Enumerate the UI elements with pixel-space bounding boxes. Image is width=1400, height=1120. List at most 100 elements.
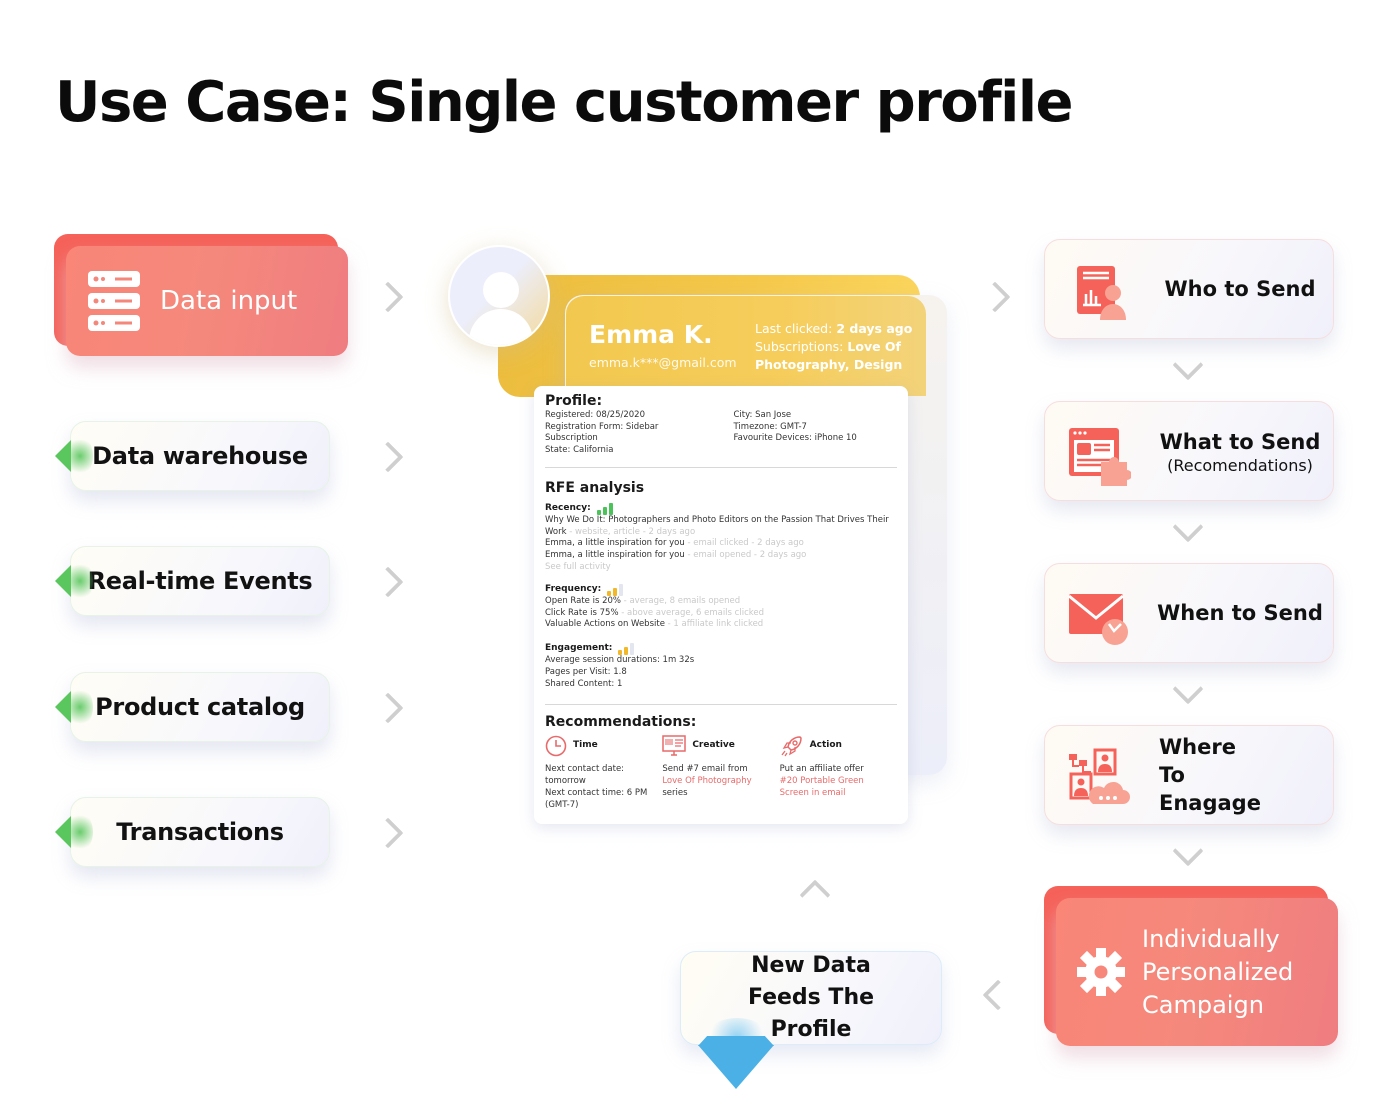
avatar-body [469, 309, 533, 345]
chevron-up-icon [799, 879, 831, 911]
chevron-right-icon [979, 281, 1011, 313]
recommendation-creative: Creative Send #7 email from Love Of Phot… [662, 734, 779, 811]
step-where-to-engage[interactable]: Where To Enagage [1044, 725, 1334, 825]
clock-icon [545, 736, 567, 757]
profile-section-title: Profile: [545, 393, 603, 409]
customer-meta: Last clicked: 2 days ago Subscriptions: … [755, 320, 915, 374]
green-glow [67, 436, 93, 476]
chevron-down-icon [1172, 673, 1204, 705]
source-label: Real-time Events [87, 567, 313, 595]
green-glow [67, 812, 93, 852]
last-clicked-value: 2 days ago [836, 321, 913, 336]
recommendation-line: (GMT-7) [545, 799, 579, 810]
step-title: Where To Enagage [1159, 735, 1261, 815]
frequency-line: Click Rate is 75% - above average, 6 ema… [545, 607, 764, 618]
chevron-down-icon [1172, 349, 1204, 381]
page-title: Use Case: Single customer profile [55, 70, 1074, 135]
detail-line: Registration Form: Sidebar Subscription [545, 421, 659, 444]
step-title: What to Send [1159, 429, 1321, 454]
source-data-warehouse[interactable]: Data warehouse [55, 421, 330, 491]
chevron-right-icon [372, 692, 404, 724]
step-when-to-send[interactable]: When to Send [1044, 563, 1334, 663]
recommendation-link[interactable]: #20 Portable Green [780, 776, 897, 788]
recency-label: Recency: [545, 502, 591, 513]
engagement-line: Shared Content: 1 [545, 678, 623, 689]
green-glow [67, 561, 93, 601]
source-label: Data warehouse [92, 442, 308, 470]
recommendation-line: series [662, 787, 688, 798]
recommendation-line: Next contact date: tomorrow [545, 764, 625, 787]
chevron-left-icon [982, 979, 1014, 1011]
diamond-icon [698, 1045, 774, 1089]
content-puzzle-icon [1069, 428, 1131, 486]
recommendation-title: Action [809, 740, 842, 751]
recommendation-line: Put an affiliate offer [779, 764, 864, 775]
recommendation-time: Time Next contact date: tomorrow Next co… [545, 734, 662, 811]
frequency-label: Frequency: [545, 583, 602, 594]
frequency-line: Open Rate is 20% - average, 8 emails ope… [545, 595, 741, 606]
last-clicked-label: Last clicked: [755, 321, 833, 336]
frequency-line: Valuable Actions on Website - 1 affiliat… [545, 619, 764, 630]
step-title: When to Send [1157, 601, 1323, 625]
source-product-catalog[interactable]: Product catalog [55, 672, 330, 742]
recommendations: Time Next contact date: tomorrow Next co… [545, 734, 897, 811]
see-full-activity-link[interactable]: See full activity [545, 562, 897, 574]
recommendation-action: Action Put an affiliate offer #20 Portab… [780, 734, 897, 811]
recommendations-title: Recommendations: [545, 713, 697, 730]
engagement-label: Engagement: [545, 643, 613, 654]
green-glow [67, 687, 93, 727]
divider [545, 703, 897, 705]
detail-line: Registered: 08/25/2020 [545, 409, 645, 420]
campaign-label: Individually Personalized Campaign [1142, 924, 1294, 1019]
activity-line: Emma, a little inspiration for you - ema… [545, 550, 807, 561]
server-stack-icon [88, 271, 140, 331]
source-real-time-events[interactable]: Real-time Events [55, 546, 330, 616]
recommendation-title: Time [573, 740, 598, 751]
detail-line: State: California [545, 445, 614, 456]
detail-line: City: San Jose [733, 409, 792, 420]
monitor-icon [662, 735, 687, 757]
frequency-score-bars [607, 583, 624, 596]
recommendation-link[interactable]: Love Of Photography [662, 776, 779, 788]
score-bar [624, 647, 629, 656]
score-bar [602, 506, 607, 515]
profile-details: Registered: 08/25/2020 Registration Form… [545, 410, 897, 457]
rfe-title: RFE analysis [545, 479, 645, 496]
avatar-head [483, 272, 519, 308]
report-person-icon [1077, 266, 1126, 320]
step-what-to-send[interactable]: What to Send (Recomendations) [1044, 401, 1334, 501]
recommendation-line: Send #7 email from [662, 764, 748, 775]
recommendation-line: Next contact time: 6 PM [545, 787, 648, 798]
source-transactions[interactable]: Transactions [55, 797, 330, 867]
engagement-score-bars [618, 643, 635, 656]
card-front: Data input [66, 246, 348, 356]
step-title: Who to Send [1164, 277, 1316, 301]
chevron-down-icon [1172, 511, 1204, 543]
step-who-to-send[interactable]: Who to Send [1044, 239, 1334, 339]
source-label: Product catalog [95, 693, 305, 721]
source-label: Transactions [116, 818, 284, 846]
mail-clock-icon [1068, 594, 1128, 645]
score-bar [608, 502, 613, 515]
engagement-heading: Engagement: [545, 643, 897, 656]
customer-email: emma.k***@gmail.com [589, 355, 737, 370]
card-front: Individually Personalized Campaign [1056, 898, 1338, 1046]
activity-line: Emma, a little inspiration for you - ema… [545, 538, 804, 549]
engagement-line: Pages per Visit: 1.8 [545, 666, 627, 677]
detail-line: Timezone: GMT-7 [733, 421, 807, 432]
profile-sheet: Profile: Registered: 08/25/2020 Registra… [534, 386, 908, 824]
recommendation-link[interactable]: Screen in email [780, 788, 897, 800]
score-bar [630, 643, 635, 656]
recency-heading: Recency: [545, 502, 897, 515]
gear-icon [1077, 948, 1125, 996]
rocket-icon [781, 736, 802, 757]
score-bar [619, 583, 624, 596]
customer-name: Emma K. [589, 320, 713, 349]
source-label: Data input [160, 286, 298, 316]
avatar [448, 245, 550, 347]
recency-score-bars [596, 502, 613, 515]
subscriptions-label: Subscriptions: [755, 339, 844, 354]
chevron-right-icon [372, 817, 404, 849]
chevron-down-icon [1172, 835, 1204, 867]
activity-line: Why We Do It: Photographers and Photo Ed… [545, 514, 889, 537]
